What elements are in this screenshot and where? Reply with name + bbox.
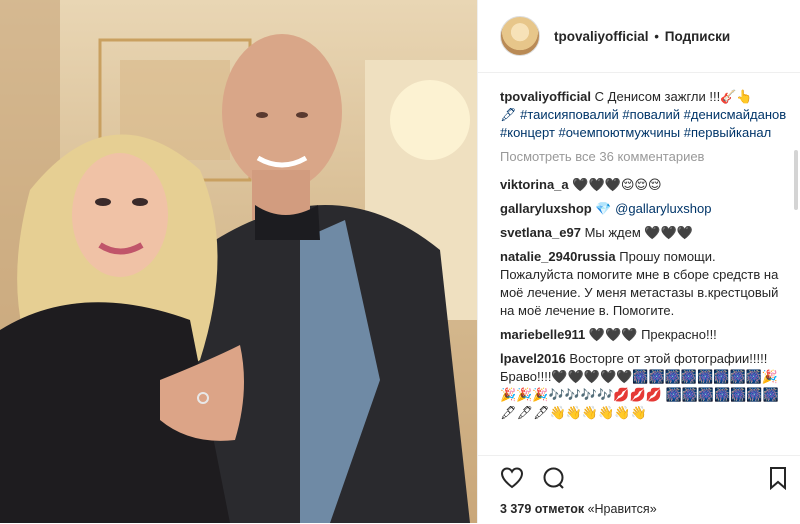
- comment-item: lpavel2016 Восторге от этой фотографии!!…: [500, 350, 790, 422]
- post-header: tpovaliyofficial • Подписки: [478, 0, 800, 73]
- comment-item: natalie_2940russia Прошу помощи. Пожалуй…: [500, 248, 790, 320]
- comment-text: 💎 @gallaryluxshop: [595, 201, 712, 216]
- caption: tpovaliyofficial С Денисом зажгли !!!🎸👆 …: [500, 88, 790, 142]
- comment-username[interactable]: mariebelle911: [500, 327, 585, 342]
- comment-item: svetlana_e97 Мы ждем 🖤🖤🖤: [500, 224, 790, 242]
- header-username[interactable]: tpovaliyofficial: [554, 29, 649, 44]
- comment-text: Мы ждем 🖤🖤🖤: [584, 225, 693, 240]
- bookmark-icon[interactable]: [766, 466, 790, 491]
- caption-username[interactable]: tpovaliyofficial: [500, 89, 591, 104]
- likes-count[interactable]: 3 379 отметок «Нравится»: [500, 502, 657, 516]
- comments-scrollbar[interactable]: [794, 150, 798, 210]
- caption-text: С Денисом зажгли !!!🎸👆: [594, 89, 753, 104]
- post-side-panel: tpovaliyofficial • Подписки tpovaliyoffi…: [477, 0, 800, 523]
- caption-hashtags[interactable]: 🖋 #таисияповалий #повалий #денисмайданов…: [500, 106, 790, 142]
- comments-list[interactable]: tpovaliyofficial С Денисом зажгли !!!🎸👆 …: [500, 88, 790, 448]
- comment-item: viktorina_a 🖤🖤🖤😌😌😌: [500, 176, 790, 194]
- view-all-comments-link[interactable]: Посмотреть все 36 комментариев: [500, 148, 790, 166]
- heart-icon[interactable]: [500, 466, 524, 490]
- comment-text: 🖤🖤🖤😌😌😌: [572, 177, 662, 192]
- comment-username[interactable]: lpavel2016: [500, 351, 566, 366]
- post-actions: 3 379 отметок «Нравится»: [478, 455, 800, 524]
- avatar[interactable]: [500, 16, 540, 56]
- header-text: tpovaliyofficial • Подписки: [554, 29, 730, 44]
- comment-item: gallaryluxshop 💎 @gallaryluxshop: [500, 200, 790, 218]
- follow-button[interactable]: Подписки: [665, 29, 730, 44]
- comment-username[interactable]: svetlana_e97: [500, 225, 581, 240]
- comment-text: 🖤🖤🖤 Прекрасно!!!: [588, 327, 717, 342]
- post-photo[interactable]: [0, 0, 477, 523]
- post-container: tpovaliyofficial • Подписки tpovaliyoffi…: [0, 0, 800, 523]
- comment-username[interactable]: gallaryluxshop: [500, 201, 592, 216]
- comment-username[interactable]: natalie_2940russia: [500, 249, 616, 264]
- header-separator: •: [654, 28, 660, 44]
- likes-number: 3 379 отметок: [500, 502, 585, 516]
- comment-icon[interactable]: [542, 466, 566, 490]
- comment-item: mariebelle911 🖤🖤🖤 Прекрасно!!!: [500, 326, 790, 344]
- comment-username[interactable]: viktorina_a: [500, 177, 569, 192]
- photo-illustration: [0, 0, 477, 523]
- likes-label: «Нравится»: [587, 502, 657, 516]
